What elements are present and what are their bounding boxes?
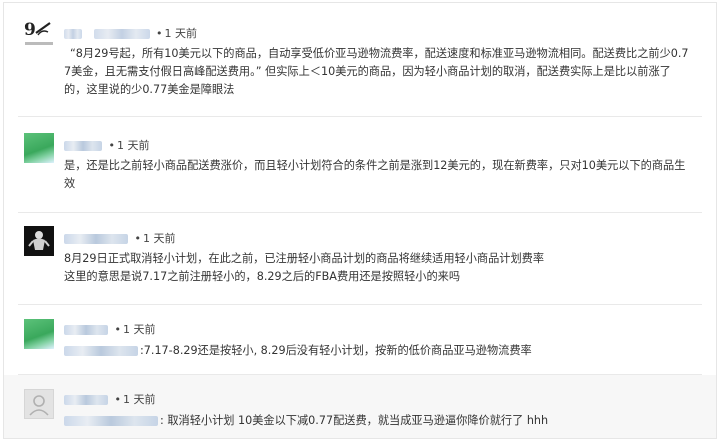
- comment-meta: • 1 天前: [64, 323, 156, 337]
- avatar[interactable]: [24, 389, 54, 419]
- comment-meta: • 1 天前: [64, 27, 197, 41]
- comment-time: 1 天前: [123, 393, 156, 406]
- comment-item: 9 • 1 天前 “8月29号起，所有10美元以下的商品，自动享受低价亚马逊物流费…: [4, 3, 716, 115]
- username-redacted[interactable]: [64, 234, 128, 244]
- comment-meta: • 1 天前: [64, 232, 176, 246]
- username-redacted[interactable]: [64, 325, 108, 335]
- comment-text: 8月29日正式取消轻小计划，在此之前，已注册轻小商品计划的商品将继续适用轻小商品…: [64, 252, 545, 283]
- avatar[interactable]: [24, 226, 54, 256]
- comment-time: 1 天前: [123, 323, 156, 336]
- avatar[interactable]: 9: [24, 19, 54, 49]
- username-redacted[interactable]: [64, 141, 102, 151]
- username-redacted[interactable]: [64, 395, 108, 405]
- figure-avatar-icon: [28, 231, 50, 250]
- comment-item: • 1 天前 :7.17-8.29还是按轻小, 8.29后没有轻小计划，按新的低价…: [4, 305, 716, 373]
- comment-text: “8月29号起，所有10美元以下的商品，自动享受低价亚马逊物流费率，配送速度和标…: [64, 47, 689, 96]
- comment-time: 1 天前: [143, 232, 176, 245]
- user-logo-icon: 9: [24, 20, 53, 45]
- default-user-icon: [29, 395, 49, 416]
- comment-text: : 取消轻小计划 10美金以下减0.77配送费，就当成亚马逊逼你降价就行了 hh…: [64, 412, 694, 430]
- comment-meta: • 1 天前: [64, 139, 150, 153]
- comment-item: • 1 天前 8月29日正式取消轻小计划，在此之前，已注册轻小商品计划的商品将继续…: [4, 213, 716, 303]
- avatar[interactable]: [24, 319, 54, 349]
- comment-thread: 9 • 1 天前 “8月29号起，所有10美元以下的商品，自动享受低价亚马逊物流费…: [3, 2, 717, 439]
- comment-meta: • 1 天前: [64, 393, 156, 407]
- username-redacted[interactable]: [93, 29, 150, 39]
- comment-text: 是，还是比之前轻小商品配送费涨价，而且轻小计划符合的条件之前是涨到12美元的，现…: [64, 159, 686, 190]
- reply-target-redacted[interactable]: [64, 346, 138, 356]
- reply-target-redacted[interactable]: [64, 416, 158, 426]
- comment-text: :7.17-8.29还是按轻小, 8.29后没有轻小计划，按新的低价商品亚马逊物…: [64, 342, 694, 360]
- comment-item: • 1 天前 : 取消轻小计划 10美金以下减0.77配送费，就当成亚马逊逼你降价…: [4, 375, 716, 438]
- avatar[interactable]: [24, 133, 54, 163]
- comment-item: • 1 天前 是，还是比之前轻小商品配送费涨价，而且轻小计划符合的条件之前是涨到1…: [4, 117, 716, 211]
- svg-text:9: 9: [24, 20, 36, 40]
- username-redacted[interactable]: [64, 29, 82, 39]
- comment-time: 1 天前: [164, 27, 198, 40]
- comment-time: 1 天前: [117, 139, 150, 152]
